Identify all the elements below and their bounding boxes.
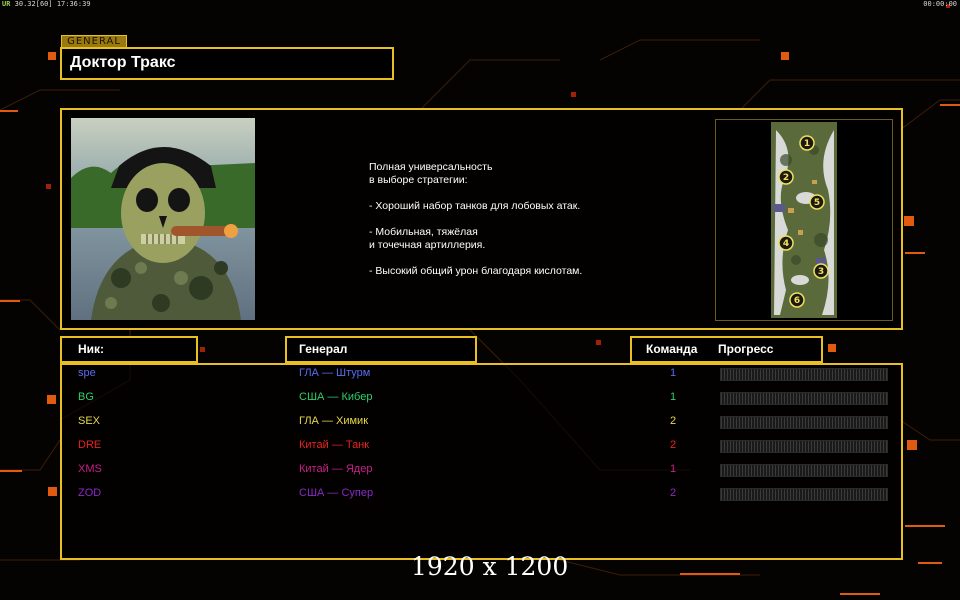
player-progress-bar — [720, 392, 888, 405]
general-name: Доктор Тракс — [70, 54, 176, 71]
map-spot-6: 6 — [794, 296, 800, 306]
header-nick-label: Ник: — [78, 342, 105, 356]
player-general: ГЛА — Химик — [299, 415, 369, 427]
hud-fps-tag: UR — [2, 0, 11, 8]
map-spot-3: 3 — [818, 267, 824, 277]
player-general: США — Кибер — [299, 391, 373, 403]
header-team-label: Команда — [646, 342, 698, 356]
resolution-label: 1920 x 1200 — [411, 552, 569, 581]
player-team: 2 — [670, 439, 677, 451]
header-general-label: Генерал — [299, 342, 348, 356]
general-portrait — [71, 118, 255, 320]
header-progress-label: Прогресс — [718, 342, 774, 356]
player-team: 1 — [670, 391, 677, 403]
player-progress-bar — [720, 440, 888, 453]
player-progress-bar — [720, 488, 888, 501]
player-general: США — Супер — [299, 487, 374, 499]
header-general: Генерал — [285, 336, 477, 363]
player-general: Китай — Танк — [299, 439, 370, 451]
player-team: 1 — [670, 367, 677, 379]
player-progress-bar — [720, 416, 888, 429]
player-team: 1 — [670, 463, 677, 475]
player-nick: spe — [78, 367, 96, 379]
hud-clock: 17:36:39 — [56, 0, 91, 8]
player-team: 2 — [670, 487, 677, 499]
general-name-box: Доктор Тракс — [60, 47, 394, 80]
player-team: 2 — [670, 415, 677, 427]
map-spot-5: 5 — [814, 198, 820, 208]
minimap: 1 2 5 4 3 6 — [715, 119, 893, 321]
player-nick: ZOD — [78, 487, 102, 499]
player-nick: XMS — [78, 463, 102, 475]
player-nick: DRE — [78, 439, 102, 451]
minimap-image: 1 2 5 4 3 6 — [771, 122, 837, 318]
player-progress-bar — [720, 368, 888, 381]
map-spot-4: 4 — [783, 239, 789, 249]
general-description: Полная универсальность в выборе стратеги… — [369, 161, 583, 277]
header-team-progress: Команда Прогресс — [630, 336, 823, 363]
player-general: ГЛА — Штурм — [299, 367, 371, 379]
hud-fps-clock: UR 30.32[60] 17:36:39 — [2, 0, 91, 8]
player-general: Китай — Ядер — [299, 463, 373, 475]
hud-timer: 00:00:00 — [923, 0, 957, 8]
player-nick: BG — [78, 391, 94, 403]
map-spot-2: 2 — [783, 173, 789, 183]
player-nick: SEX — [78, 415, 101, 427]
hud-fps-values: 30.32[60] — [14, 0, 53, 8]
map-spot-1: 1 — [804, 139, 810, 149]
player-progress-bar — [720, 464, 888, 477]
header-nick: Ник: — [60, 336, 198, 363]
